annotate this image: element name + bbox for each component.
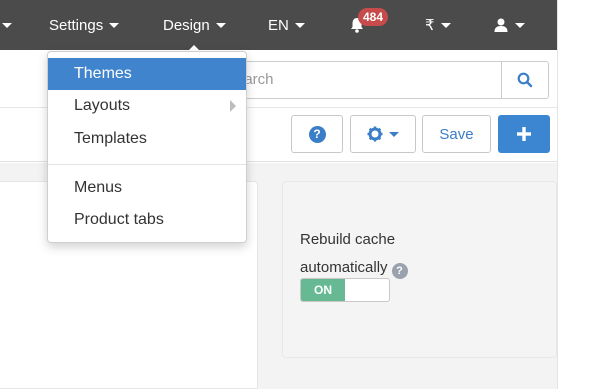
menu-item-layouts[interactable]: Layouts	[48, 90, 246, 122]
save-button[interactable]: Save	[422, 115, 491, 153]
chevron-down-icon	[215, 22, 226, 28]
right-gutter	[557, 0, 596, 389]
chevron-down-icon	[440, 22, 451, 28]
cache-settings-panel: Rebuild cache automatically? ON	[282, 181, 557, 358]
question-circle-icon: ?	[308, 125, 326, 143]
search-input[interactable]: earch	[215, 61, 501, 99]
user-icon	[494, 18, 508, 32]
rebuild-cache-toggle[interactable]: ON	[300, 278, 390, 302]
menu-item-product-tabs[interactable]: Product tabs	[48, 204, 246, 236]
nav-settings-label: Settings	[49, 16, 104, 34]
rebuild-cache-label: Rebuild cache automatically?	[300, 226, 440, 282]
chevron-down-icon	[294, 22, 305, 28]
chevron-down-icon	[389, 131, 399, 137]
toggle-on-label: ON	[301, 279, 345, 301]
nav-language-menu[interactable]: EN	[268, 0, 305, 50]
search-icon	[517, 72, 533, 88]
menu-divider	[48, 164, 246, 165]
settings-gear-button[interactable]	[350, 115, 416, 153]
notifications-badge: 484	[358, 8, 389, 26]
nav-prev-menu-caret[interactable]	[0, 0, 12, 50]
design-dropdown-menu: Themes Layouts Templates Menus Product t…	[47, 51, 247, 243]
nav-design-menu[interactable]: Design	[163, 0, 226, 51]
nav-user-menu[interactable]	[493, 0, 525, 50]
nav-language-label: EN	[268, 16, 289, 34]
chevron-down-icon	[2, 22, 12, 28]
add-button[interactable]	[498, 115, 550, 153]
nav-currency-label: ₹	[425, 17, 435, 34]
question-circle-icon[interactable]: ?	[391, 263, 408, 279]
gear-icon	[367, 126, 383, 142]
help-button[interactable]: ?	[291, 115, 343, 153]
rebuild-cache-text: Rebuild cache automatically	[300, 231, 396, 276]
nav-currency-menu[interactable]: ₹	[425, 0, 451, 50]
plus-icon	[517, 127, 531, 141]
nav-design-label: Design	[163, 16, 210, 34]
nav-settings-menu[interactable]: Settings	[49, 0, 120, 50]
menu-item-themes[interactable]: Themes	[48, 58, 246, 90]
menu-item-templates[interactable]: Templates	[48, 123, 246, 155]
chevron-down-icon	[109, 22, 120, 28]
search-button[interactable]	[501, 61, 549, 99]
top-nav-bar: Settings Design EN ₹	[0, 0, 557, 51]
chevron-right-icon	[230, 100, 236, 112]
chevron-down-icon	[515, 22, 525, 28]
menu-item-layouts-label: Layouts	[74, 97, 131, 114]
menu-item-menus[interactable]: Menus	[48, 172, 246, 204]
